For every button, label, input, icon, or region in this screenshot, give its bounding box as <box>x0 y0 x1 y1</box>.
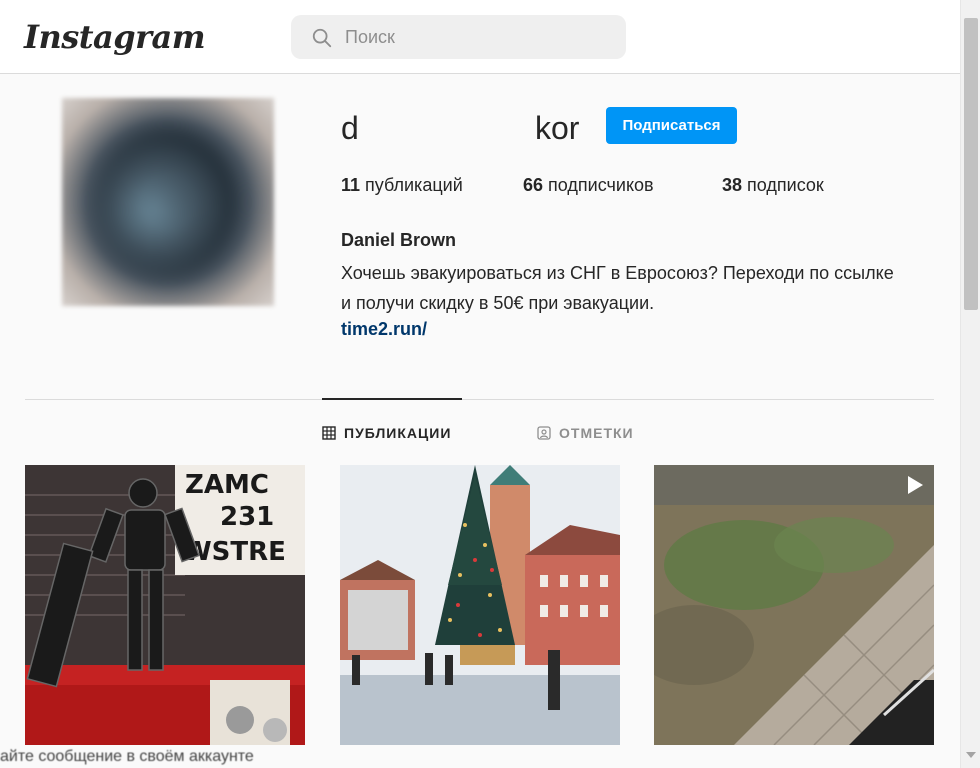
sign-text-row-2: 231 <box>220 502 274 532</box>
profile-full-name: Daniel Brown <box>341 230 457 250</box>
profile-bio: Хочешь эвакуироваться из СНГ в Евросоюз?… <box>341 263 894 313</box>
bottom-overflow-text: айте сообщение в своём аккаунте <box>0 746 960 768</box>
post-2-image <box>340 465 620 745</box>
followers-label: подписчиков <box>548 175 654 195</box>
profile-username-part1: d <box>341 110 359 146</box>
post-thumbnail-2[interactable] <box>340 465 620 745</box>
tagged-person-icon <box>537 426 551 440</box>
following-count: 38 <box>722 175 743 195</box>
tab-publications-label: ПУБЛИКАЦИИ <box>344 425 452 441</box>
profile-external-link[interactable]: time2.run/ <box>341 319 427 340</box>
tab-tagged-label: ОТМЕТКИ <box>559 425 634 441</box>
posts-count: 11 <box>341 175 361 195</box>
page-scrollbar[interactable] <box>960 0 980 768</box>
search-input[interactable] <box>345 15 615 59</box>
followers-count-stat[interactable]: 66 подписчиков <box>523 175 654 196</box>
tab-publications[interactable]: ПУБЛИКАЦИИ <box>322 424 451 442</box>
tab-tagged[interactable]: ОТМЕТКИ <box>537 424 634 442</box>
tabs-divider <box>25 399 934 400</box>
follow-button[interactable]: Подписаться <box>606 107 737 144</box>
avatar-photo <box>97 128 237 278</box>
followers-count: 66 <box>523 175 544 195</box>
scrollbar-thumb[interactable] <box>964 18 978 310</box>
instagram-logo[interactable]: Instagram <box>24 18 206 56</box>
active-tab-indicator <box>322 398 462 400</box>
post-thumbnail-1[interactable]: ZAMC 231 WSTRE <box>25 465 305 745</box>
search-box[interactable] <box>291 15 626 59</box>
bottom-overflow-text-content: айте сообщение в своём аккаунте <box>0 748 254 765</box>
search-icon <box>312 28 332 48</box>
profile-avatar[interactable] <box>62 98 274 306</box>
grid-icon <box>322 426 336 440</box>
profile-username-part2: kor <box>535 110 580 146</box>
following-count-stat[interactable]: 38 подписок <box>722 175 824 196</box>
post-thumbnail-3[interactable] <box>654 465 934 745</box>
following-label: подписок <box>747 175 824 195</box>
video-play-icon <box>908 476 923 494</box>
post-3-image <box>654 465 934 745</box>
scroll-down-arrow-icon[interactable] <box>966 752 976 758</box>
post-1-image: ZAMC 231 WSTRE <box>25 465 305 745</box>
top-navigation-bar: Instagram <box>0 0 960 74</box>
sign-text-row-1: ZAMC <box>185 470 269 500</box>
posts-label: публикаций <box>365 175 463 195</box>
posts-count-stat: 11 публикаций <box>341 175 463 196</box>
